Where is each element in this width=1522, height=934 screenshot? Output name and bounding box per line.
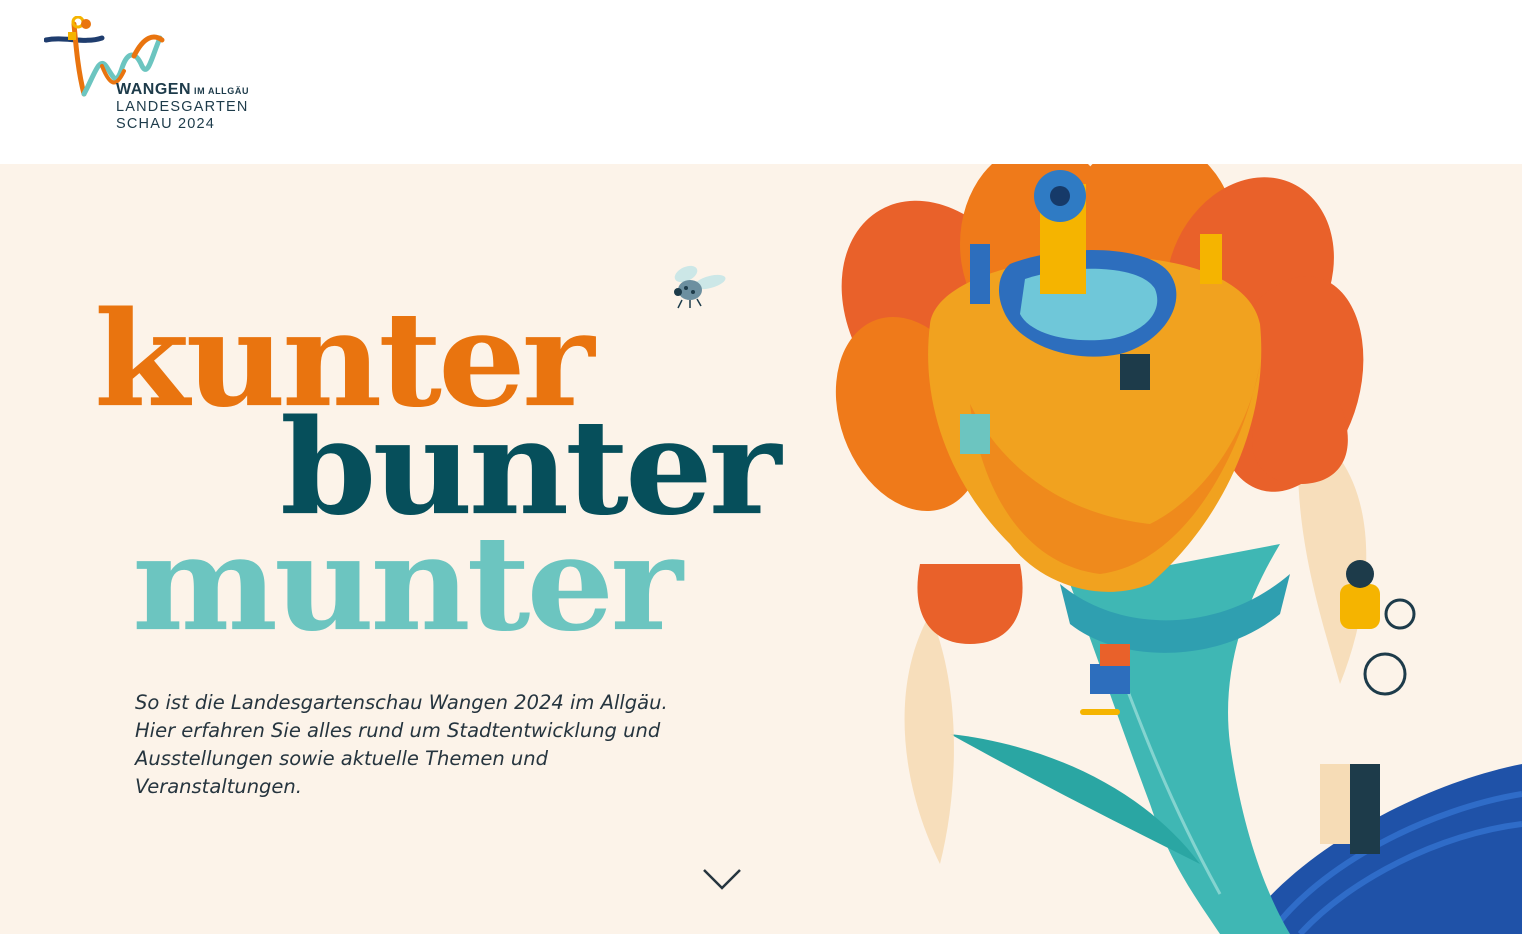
site-header: WANGEN IM ALLGÄU LANDESGARTEN SCHAU 2024 — [0, 0, 1522, 164]
hero-section: kunter bunter munter So ist die Landesga… — [0, 164, 1522, 934]
site-logo[interactable]: WANGEN IM ALLGÄU LANDESGARTEN SCHAU 2024 — [44, 16, 284, 136]
logo-wordmark: WANGEN IM ALLGÄU LANDESGARTEN SCHAU 2024 — [116, 82, 249, 131]
logo-line-schau: SCHAU 2024 — [116, 115, 216, 132]
logo-city: WANGEN — [116, 81, 191, 98]
flying-beetle-icon — [674, 265, 726, 309]
headline-word-munter: munter — [132, 505, 683, 661]
logo-region: IM ALLGÄU — [194, 86, 250, 96]
logo-line-landesgarten: LANDESGARTEN — [116, 99, 249, 115]
chevron-down-icon — [703, 869, 741, 890]
scroll-down-button[interactable] — [700, 864, 744, 894]
hero-intro-text: So ist die Landesgartenschau Wangen 2024… — [135, 691, 668, 798]
flower-illustration — [835, 164, 1522, 934]
